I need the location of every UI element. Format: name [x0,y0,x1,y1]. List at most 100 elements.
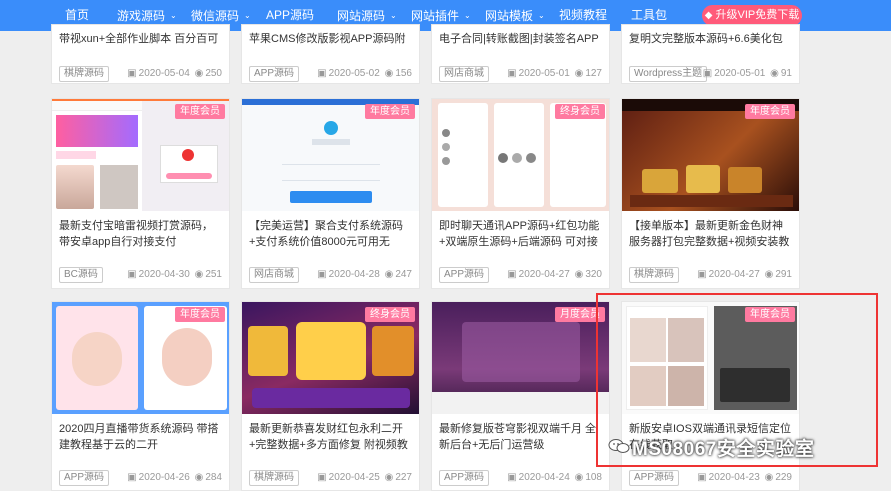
membership-badge: 终身会员 [365,307,415,322]
watermark-text: MS08067安全实验室 [632,439,815,460]
post-title[interactable]: 即时聊天通讯APP源码+红包功能+双端原生源码+后端源码 可对接所有支付 [439,218,602,250]
category-tag[interactable]: 棋牌源码 [629,267,679,283]
eye-icon: ◉ [384,472,394,483]
view-count: 320 [585,269,602,280]
category-tag[interactable]: APP源码 [439,470,490,486]
view-count: 127 [585,68,602,79]
post-title[interactable]: 复明文完整版本源码+6.6美化包源码 [629,31,792,47]
post-date: 2020-04-27 [518,269,570,280]
post-date: 2020-04-24 [518,472,570,483]
category-tag[interactable]: APP源码 [439,267,490,283]
membership-badge: 终身会员 [555,104,605,119]
post-card[interactable]: 苹果CMS修改版影视APP源码附安装教程 APP源码 ▣2020-05-02 ◉… [241,24,420,84]
view-count: 108 [585,472,602,483]
calendar-icon: ▣ [697,472,707,483]
category-tag[interactable]: 网店商城 [439,66,489,82]
upgrade-vip-button[interactable]: ◆ 升级VIP免费下载 [702,5,802,26]
view-count: 284 [205,472,222,483]
post-meta: ▣ 2020-04-30 ◉ 251 [125,269,222,280]
view-count: 250 [205,68,222,79]
post-card[interactable]: 年度会员 最新支付宝暗雷视频打赏源码，带安卓app自行对接支付 BC源码 ▣ 20… [51,98,230,289]
category-tag[interactable]: 棋牌源码 [249,470,299,486]
post-meta: ▣ 2020-04-28 ◉ 247 [315,269,412,280]
nav-label: 游戏源码 [117,9,166,23]
post-card[interactable]: 年度会员 2020四月直播带货系统源码 带搭建教程基于云的二开 APP源码 ▣ 2… [51,301,230,491]
view-count: 227 [395,472,412,483]
post-card[interactable]: 带视xun+全部作业脚本 百分百可搭建 棋牌源码 ▣2020-05-04 ◉25… [51,24,230,84]
calendar-icon: ▣ [507,68,517,79]
post-date: 2020-04-28 [328,269,380,280]
post-date: 2020-04-27 [708,269,760,280]
post-meta: ▣ 2020-04-26 ◉ 284 [125,472,222,483]
view-count: 229 [775,472,792,483]
post-title[interactable]: 电子合同|转账截图|封装签名APP [439,31,602,47]
post-title[interactable]: 【接单版本】最新更新金色财神服务器打包完整数据+视频安装教程财神娱乐第二版 [629,218,792,250]
wechat-icon [608,439,630,453]
post-meta: ▣ 2020-04-23 ◉ 229 [695,472,792,483]
eye-icon: ◉ [194,68,204,79]
post-meta: ▣ 2020-04-25 ◉ 227 [315,472,412,483]
category-tag[interactable]: BC源码 [59,267,103,283]
post-card[interactable]: 年度会员 【接单版本】最新更新金色财神服务器打包完整数据+视频安装教程财神娱乐第… [621,98,800,289]
calendar-icon: ▣ [507,472,517,483]
eye-icon: ◉ [194,472,204,483]
eye-icon: ◉ [764,472,774,483]
category-tag[interactable]: APP源码 [59,470,110,486]
membership-badge: 年度会员 [745,104,795,119]
calendar-icon: ▣ [317,68,327,79]
view-count: 91 [780,68,792,79]
post-card[interactable]: 终身会员 最新更新恭喜发财红包永利二开+完整数据+多方面修复 附视频教程 棋牌源… [241,301,420,491]
post-title[interactable]: 带视xun+全部作业脚本 百分百可搭建 [59,31,222,47]
category-tag[interactable]: 棋牌源码 [59,66,109,82]
calendar-icon: ▣ [702,68,713,79]
post-meta: ▣ 2020-04-24 ◉ 108 [505,472,602,483]
category-tag[interactable]: Wordpress主题 [629,66,708,82]
calendar-icon: ▣ [317,472,327,483]
post-title[interactable]: 最新修复版苍穹影视双端千月 全新后台+无后门运营级 [439,421,602,453]
view-count: 251 [205,269,222,280]
calendar-icon: ▣ [127,68,137,79]
post-meta: ▣ 2020-05-02 ◉ 156 [315,68,412,79]
post-title[interactable]: 【完美运营】聚合支付系统源码+支付系统价值8000元可用无bug+代付系统 [249,218,412,250]
vip-label: 升级VIP免费下载 [715,9,800,21]
eye-icon: ◉ [574,68,584,79]
post-date: 2020-05-01 [714,68,766,79]
post-card[interactable]: 终身会员 即时聊天通讯APP源码+红包功能+双端原生源码+后端源码 可对接所有支… [431,98,610,289]
post-date: 2020-04-30 [138,269,190,280]
post-card[interactable]: 电子合同|转账截图|封装签名APP 网店商城 ▣ 2020-05-01 ◉ 127 [431,24,610,84]
post-meta: ▣ 2020-04-27 ◉ 320 [505,269,602,280]
post-meta: ▣ 2020-04-27 ◉ 291 [695,269,792,280]
post-card[interactable]: 年度会员 【完美运营】聚合支付系统源码+支付系统价值8000元可用无bug+代付… [241,98,420,289]
eye-icon: ◉ [384,269,394,280]
post-date: 2020-05-02 [328,68,380,79]
post-title[interactable]: 苹果CMS修改版影视APP源码附安装教程 [249,31,412,47]
calendar-icon: ▣ [697,269,707,280]
post-card[interactable]: 复明文完整版本源码+6.6美化包源码 Wordpress主题 ▣2020-05-… [621,24,800,84]
nav-label: APP源码 [266,8,315,22]
view-count: 156 [395,68,412,79]
post-meta: ▣ 2020-05-01 ◉ 91 [701,68,792,79]
nav-label: 网站插件 [411,9,460,23]
category-tag[interactable]: APP源码 [629,470,680,486]
category-tag[interactable]: 网店商城 [249,267,299,283]
eye-icon: ◉ [574,472,584,483]
post-date: 2020-05-04 [138,68,190,79]
post-title[interactable]: 2020四月直播带货系统源码 带搭建教程基于云的二开 [59,421,222,453]
post-title[interactable]: 最新更新恭喜发财红包永利二开+完整数据+多方面修复 附视频教程 [249,421,412,453]
post-date: 2020-04-23 [708,472,760,483]
membership-badge: 年度会员 [175,104,225,119]
nav-label: 视频教程 [559,8,608,22]
post-meta: ▣ 2020-05-01 ◉ 127 [505,68,602,79]
nav-label: 工具包 [631,8,668,22]
calendar-icon: ▣ [127,472,137,483]
post-card[interactable]: 月度会员 最新修复版苍穹影视双端千月 全新后台+无后门运营级 APP源码 ▣ 20… [431,301,610,491]
membership-badge: 年度会员 [175,307,225,322]
post-date: 2020-05-01 [518,68,570,79]
view-count: 291 [775,269,792,280]
eye-icon: ◉ [384,68,394,79]
post-date: 2020-04-26 [138,472,190,483]
post-title[interactable]: 最新支付宝暗雷视频打赏源码，带安卓app自行对接支付 [59,218,222,250]
category-tag[interactable]: APP源码 [249,66,300,82]
calendar-icon: ▣ [127,269,137,280]
eye-icon: ◉ [194,269,204,280]
